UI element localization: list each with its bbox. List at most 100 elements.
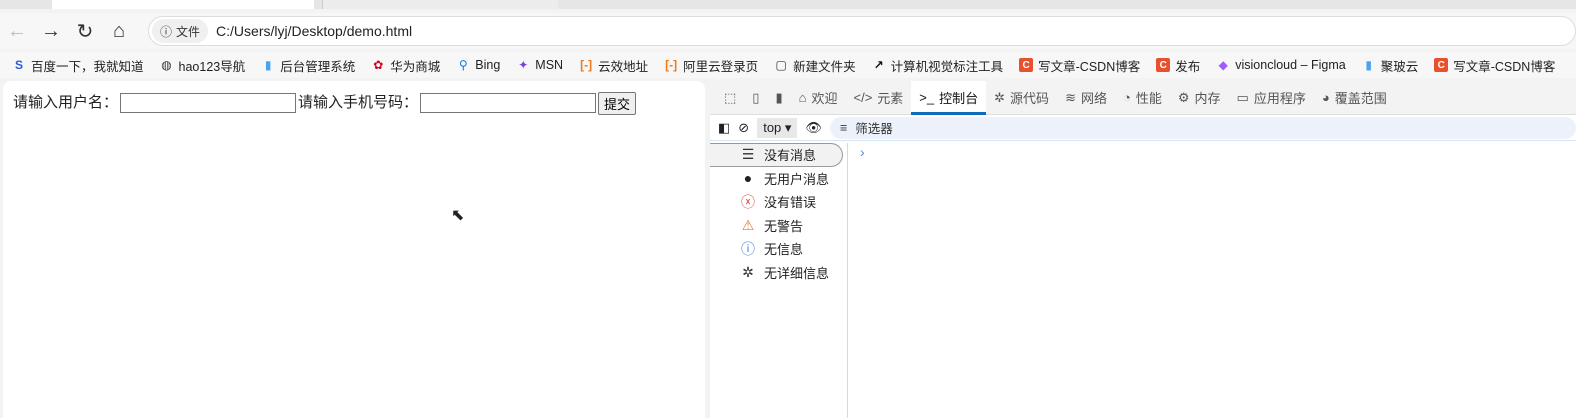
devtools-tab-icon: ≋: [1065, 89, 1076, 105]
devtools-tabs: ⬚ ▯ ▮ ⌂ 欢迎 </> 元素 >_ 控制台 ✲ 源代码 ≋ 网络 ◔ 性能 ⚙ 内存 ▭ 应用程序 ◕ 覆盖…: [710, 81, 1576, 115]
bookmark-item[interactable]: [-] 阿里云登录页: [664, 56, 758, 75]
devtools-tab-icon: ◕: [1321, 90, 1330, 105]
live-expression-eye-icon[interactable]: 👁: [805, 120, 822, 136]
devtools-tab[interactable]: >_ 控制台: [911, 81, 987, 115]
browser-tab-active[interactable]: [52, 0, 314, 9]
bookmark-label: 阿里云登录页: [683, 59, 759, 74]
devtools-tab[interactable]: ◔ 性能: [1115, 81, 1170, 115]
submit-button[interactable]: 提交: [598, 91, 637, 115]
bookmark-item[interactable]: ✿ 华为商城: [371, 56, 440, 75]
devtools-tab-label: 应用程序: [1253, 91, 1306, 106]
bookmark-favicon-icon: C: [1019, 58, 1034, 72]
bookmark-item[interactable]: C 写文章-CSDN博客: [1019, 56, 1140, 75]
bookmark-label: 发布: [1175, 59, 1201, 74]
console-prompt[interactable]: ›: [860, 144, 865, 160]
bookmark-item[interactable]: ◆ visioncloud – Figma: [1216, 58, 1346, 72]
bookmark-label: 新建文件夹: [793, 59, 856, 74]
bookmark-favicon-icon: C: [1156, 58, 1171, 72]
bookmark-label: visioncloud – Figma: [1235, 58, 1346, 72]
tab-strip: [0, 0, 1576, 9]
bookmark-item[interactable]: ✦ MSN: [516, 58, 563, 72]
bookmark-label: 聚玻云: [1380, 59, 1419, 74]
devtools-tab[interactable]: ◕ 覆盖范围: [1314, 81, 1395, 115]
phone-input[interactable]: [420, 93, 597, 114]
console-filter-item[interactable]: ⓧ 没有错误: [710, 190, 847, 214]
devtools-tab-icon: ⚙: [1177, 89, 1190, 105]
devtools-tab-icon: ▭: [1236, 89, 1249, 105]
inspect-element-icon[interactable]: ⬚: [716, 81, 744, 115]
console-filter-icon: ✲: [742, 263, 754, 280]
console-filter-item[interactable]: ⓘ 无信息: [710, 237, 847, 261]
username-label: 请输入用户名：: [13, 94, 119, 111]
site-info-chip[interactable]: ⓘ 文件: [152, 19, 209, 43]
devtools-tab-label: 控制台: [939, 91, 979, 106]
devtools-tab-label: 网络: [1080, 91, 1107, 106]
devtools-panel: ⬚ ▯ ▮ ⌂ 欢迎 </> 元素 >_ 控制台 ✲ 源代码 ≋ 网络 ◔ 性能 ⚙ 内存 ▭ 应用程序 ◕ 覆盖…: [710, 81, 1576, 418]
bookmark-label: Bing: [475, 58, 501, 72]
username-input[interactable]: [120, 93, 297, 114]
console-filter-icon: ⚠: [741, 216, 755, 233]
devtools-tab[interactable]: ✲ 源代码: [986, 81, 1057, 115]
devtools-tab-label: 欢迎: [811, 91, 838, 106]
bookmark-label: 写文章-CSDN博客: [1038, 59, 1141, 74]
bookmark-item[interactable]: ▮ 后台管理系统: [261, 56, 355, 75]
console-filter-label: 没有错误: [764, 195, 817, 211]
dock-icon[interactable]: ▮: [767, 81, 790, 115]
devtools-tab-label: 性能: [1135, 91, 1162, 106]
mouse-cursor-icon: ⬉: [451, 207, 465, 224]
bookmark-favicon-icon: ◆: [1218, 58, 1228, 72]
bookmark-favicon-icon: S: [14, 58, 23, 72]
forward-button[interactable]: →: [34, 20, 68, 43]
clear-console-icon[interactable]: ⊘: [738, 120, 749, 136]
bookmark-item[interactable]: S 百度一下，我就知道: [12, 56, 144, 75]
bookmark-item[interactable]: ▮ 聚玻云: [1362, 56, 1419, 75]
home-button[interactable]: ⌂: [102, 20, 136, 43]
devtools-tab[interactable]: ≋ 网络: [1057, 81, 1115, 115]
devtools-tab-label: 元素: [877, 91, 904, 106]
console-filter-item[interactable]: ● 无用户消息: [710, 167, 847, 191]
bookmark-item[interactable]: C 发布: [1156, 56, 1200, 75]
devtools-tab-label: 内存: [1194, 91, 1221, 106]
console-filter-item[interactable]: ✲ 无详细信息: [710, 261, 847, 285]
reload-button[interactable]: ↻: [68, 19, 102, 44]
address-bar[interactable]: ⓘ 文件 C:/Users/lyj/Desktop/demo.html: [148, 16, 1576, 46]
console-filter-label: 没有消息: [764, 148, 817, 164]
devtools-tab-icon: </>: [853, 90, 873, 105]
bookmark-item[interactable]: ◍ hao123导航: [160, 56, 245, 75]
bookmark-label: 云效地址: [598, 59, 649, 74]
context-select[interactable]: top ▾: [757, 117, 798, 138]
devtools-tab-label: 源代码: [1010, 91, 1050, 106]
console-toolbar: ◧ ⊘ top ▾ 👁 ≡ 筛选器: [710, 115, 1576, 141]
devtools-tab[interactable]: ▭ 应用程序: [1229, 81, 1314, 115]
bookmark-item[interactable]: ⚲ Bing: [456, 58, 500, 72]
bookmark-item[interactable]: [-] 云效地址: [579, 56, 648, 75]
devtools-tab-icon: ⌂: [798, 90, 807, 105]
back-button[interactable]: ←: [0, 20, 34, 43]
devtools-tab-icon: ✲: [994, 89, 1006, 105]
bookmark-label: 后台管理系统: [280, 59, 356, 74]
console-filter-label: 无用户消息: [764, 171, 830, 187]
site-info-label: 文件: [176, 24, 201, 39]
bookmark-favicon-icon: ↗: [873, 58, 884, 72]
web-page: 请输入用户名： 请输入手机号码： 提交 ⬉: [3, 81, 705, 418]
filter-input[interactable]: ≡ 筛选器: [829, 116, 1576, 139]
devtools-tab[interactable]: ⌂ 欢迎: [791, 81, 846, 115]
devtools-tab-label: 覆盖范围: [1334, 91, 1387, 106]
console-filter-label: 无信息: [764, 242, 804, 258]
console-filter-icon: ●: [743, 170, 753, 187]
browser-tab[interactable]: [322, 0, 558, 9]
bookmark-item[interactable]: ↗ 计算机视觉标注工具: [872, 56, 1004, 75]
bookmarks-bar: S 百度一下，我就知道 ◍ hao123导航 ▮ 后台管理系统 ✿ 华为商城 ⚲ Bing ✦ MSN…: [0, 52, 1576, 78]
bookmark-item[interactable]: ▢ 新建文件夹: [774, 56, 856, 75]
devtools-tab[interactable]: ⚙ 内存: [1170, 81, 1229, 115]
navigation-bar: ← → ↻ ⌂ ⓘ 文件 C:/Users/lyj/Desktop/demo.ht…: [0, 13, 1576, 49]
devtools-tab[interactable]: </> 元素: [845, 81, 911, 115]
console-filter-item[interactable]: ☰ 没有消息: [710, 143, 843, 167]
sidebar-toggle-icon[interactable]: ◧: [718, 120, 730, 136]
bookmark-favicon-icon: ▮: [264, 58, 272, 72]
bookmark-item[interactable]: C 写文章-CSDN博客: [1434, 56, 1555, 75]
console-filter-item[interactable]: ⚠ 无警告: [710, 214, 847, 238]
device-emulation-icon[interactable]: ▯: [744, 81, 767, 115]
bookmark-favicon-icon: [-]: [580, 58, 593, 72]
url-text[interactable]: C:/Users/lyj/Desktop/demo.html: [216, 23, 412, 39]
